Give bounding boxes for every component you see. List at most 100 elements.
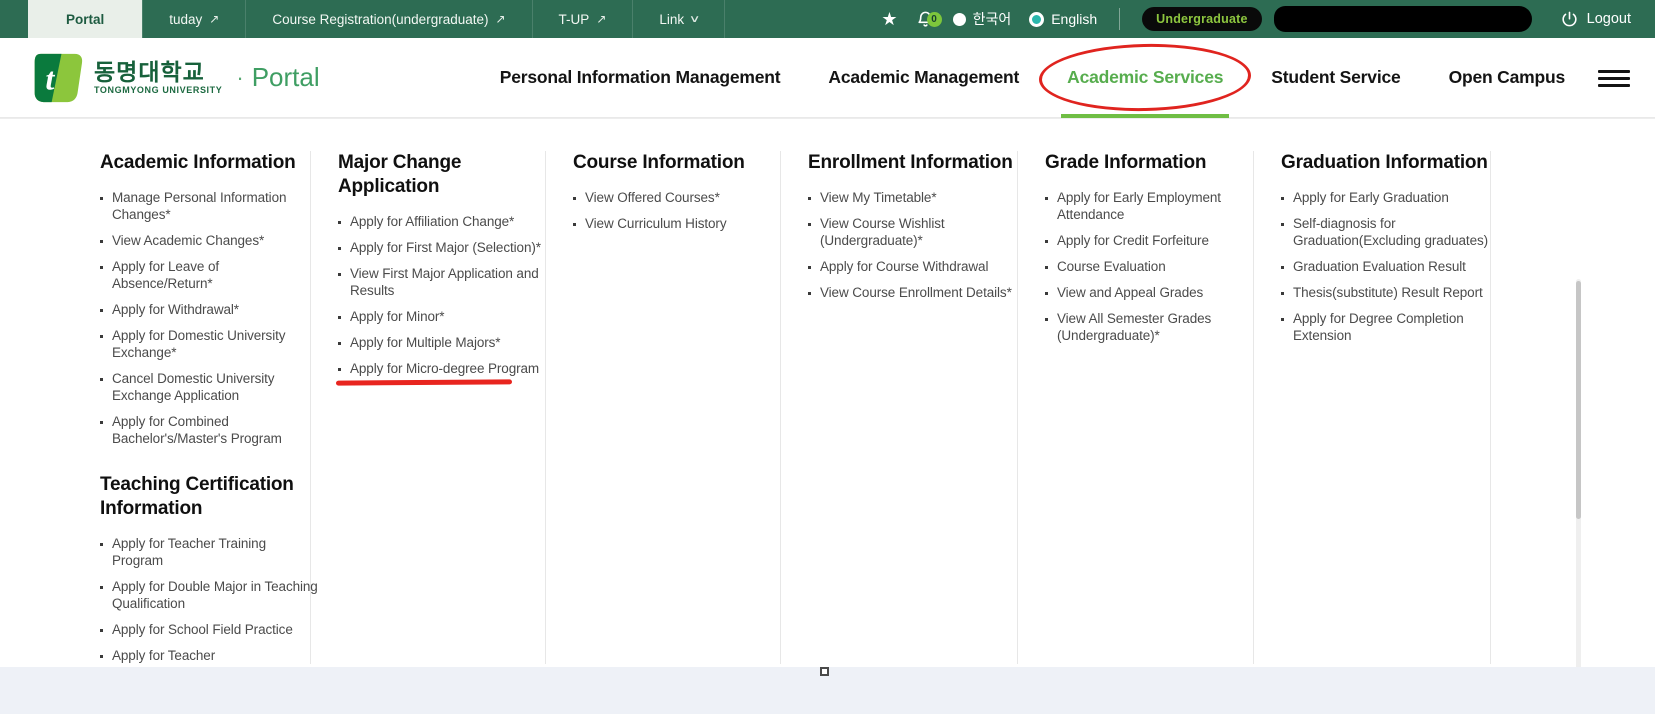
menu-item-apply-for-domestic-university-exchange[interactable]: Apply for Domestic University Exchange* (100, 327, 318, 361)
menu-item-apply-for-teacher[interactable]: Apply for Teacher (100, 647, 318, 664)
menu-item-cancel-domestic-university-exchange-application[interactable]: Cancel Domestic University Exchange Appl… (100, 370, 318, 404)
menu-item-apply-for-course-withdrawal[interactable]: Apply for Course Withdrawal (808, 258, 1026, 275)
menu-column-5: Grade Information Apply for Early Employm… (1045, 151, 1263, 370)
topbar-tab-tuday[interactable]: tuday↗ (142, 0, 245, 38)
topbar-tab-label: Portal (66, 12, 104, 27)
external-link-icon: ↗ (596, 12, 606, 26)
megamenu-scrollbar-thumb[interactable] (1576, 281, 1581, 519)
menu-item-self-diagnosis-for-graduation-excluding-graduates[interactable]: Self-diagnosis for Graduation(Excluding … (1281, 215, 1499, 249)
menu-item-view-offered-courses[interactable]: View Offered Courses* (573, 189, 791, 206)
menu-item-apply-for-early-graduation[interactable]: Apply for Early Graduation (1281, 189, 1499, 206)
menu-item-apply-for-minor[interactable]: Apply for Minor* (338, 308, 556, 325)
favorites-star-icon[interactable]: ★ (881, 10, 897, 28)
language-option-english[interactable]: English (1029, 11, 1097, 27)
menu-item-apply-for-credit-forfeiture[interactable]: Apply for Credit Forfeiture (1045, 232, 1263, 249)
menu-item-apply-for-early-employment-attendance[interactable]: Apply for Early Employment Attendance (1045, 189, 1263, 223)
bullet-icon (100, 335, 103, 338)
topbar-tab-link[interactable]: Link∨ (632, 0, 725, 38)
menu-item-label: Apply for First Major (Selection)* (350, 239, 541, 256)
topbar-right-cluster: ★ 0 한국어 English Undergraduate (881, 0, 1655, 38)
menu-item-label: Apply for Leave of Absence/Return* (112, 258, 318, 292)
menu-item-apply-for-withdrawal[interactable]: Apply for Withdrawal* (100, 301, 318, 318)
bullet-icon (1045, 318, 1048, 321)
menu-item-thesis-substitute-result-report[interactable]: Thesis(substitute) Result Report (1281, 284, 1499, 301)
main-navigation: Personal Information Management Academic … (476, 38, 1589, 118)
menu-item-view-and-appeal-grades[interactable]: View and Appeal Grades (1045, 284, 1263, 301)
menu-section-academic-information: Academic InformationManage Personal Info… (100, 151, 318, 447)
nav-item-label: Academic Management (828, 67, 1019, 88)
logout-button[interactable]: Logout (1560, 10, 1631, 29)
hamburger-menu-button[interactable] (1598, 70, 1630, 87)
menu-item-apply-for-leave-of-absence-return[interactable]: Apply for Leave of Absence/Return* (100, 258, 318, 292)
menu-item-label: Apply for Credit Forfeiture (1057, 232, 1209, 249)
bullet-icon (100, 586, 103, 589)
bullet-icon (1045, 266, 1048, 269)
menu-item-label: Course Evaluation (1057, 258, 1166, 275)
menu-item-view-my-timetable[interactable]: View My Timetable* (808, 189, 1026, 206)
language-option-korean[interactable]: 한국어 (953, 9, 1012, 29)
menu-item-apply-for-micro-degree-program[interactable]: Apply for Micro-degree Program (338, 360, 556, 377)
menu-item-apply-for-first-major-selection[interactable]: Apply for First Major (Selection)* (338, 239, 556, 256)
menu-item-course-evaluation[interactable]: Course Evaluation (1045, 258, 1263, 275)
topbar-tab-label: T-UP (559, 12, 590, 27)
menu-item-apply-for-affiliation-change[interactable]: Apply for Affiliation Change* (338, 213, 556, 230)
menu-item-view-course-enrollment-details[interactable]: View Course Enrollment Details* (808, 284, 1026, 301)
bullet-icon (808, 197, 811, 200)
menu-column-1: Academic InformationManage Personal Info… (100, 151, 318, 667)
menu-item-view-first-major-application-and-results[interactable]: View First Major Application and Results (338, 265, 556, 299)
menu-item-list: Manage Personal Information Changes* View… (100, 189, 318, 447)
menu-section-title: Grade Information (1045, 151, 1263, 175)
notification-count-badge: 0 (927, 12, 942, 27)
menu-item-apply-for-double-major-in-teaching-qualification[interactable]: Apply for Double Major in Teaching Quali… (100, 578, 318, 612)
menu-item-manage-personal-information-changes[interactable]: Manage Personal Information Changes* (100, 189, 318, 223)
notifications-bell-button[interactable]: 0 (916, 10, 935, 29)
menu-item-apply-for-combined-bachelor-s-master-s-program[interactable]: Apply for Combined Bachelor's/Master's P… (100, 413, 318, 447)
menu-item-view-all-semester-grades-undergraduate[interactable]: View All Semester Grades (Undergraduate)… (1045, 310, 1263, 344)
university-logo-link[interactable]: t 동명대학교 TONGMYONG UNIVERSITY · Portal (30, 53, 320, 103)
menu-section-course-information: Course InformationView Offered Courses*V… (573, 151, 791, 232)
bullet-icon (100, 378, 103, 381)
menu-item-list: Apply for Early Employment Attendance App… (1045, 189, 1263, 344)
menu-item-list: Apply for Affiliation Change* Apply for F… (338, 213, 556, 377)
portal-label: Portal (252, 62, 320, 93)
menu-item-graduation-evaluation-result[interactable]: Graduation Evaluation Result (1281, 258, 1499, 275)
nav-student-service[interactable]: Student Service (1247, 38, 1424, 118)
menu-item-label: Apply for Degree Completion Extension (1293, 310, 1499, 344)
nav-open-campus[interactable]: Open Campus (1425, 38, 1589, 118)
bullet-icon (1281, 292, 1284, 295)
menu-item-apply-for-school-field-practice[interactable]: Apply for School Field Practice (100, 621, 318, 638)
menu-item-label: View My Timetable* (820, 189, 937, 206)
logo-text-block: 동명대학교 TONGMYONG UNIVERSITY (94, 60, 222, 94)
nav-academic-services[interactable]: Academic Services (1043, 38, 1247, 118)
menu-item-label: View Offered Courses* (585, 189, 720, 206)
menu-item-list: Apply for Teacher Training Program Apply … (100, 535, 318, 664)
portal-page: Portaltuday↗Course Registration(undergra… (0, 0, 1655, 714)
menu-section-title: Enrollment Information (808, 151, 1026, 175)
radio-dot-icon (953, 13, 966, 26)
logo-english-name: TONGMYONG UNIVERSITY (94, 85, 222, 95)
menu-item-view-curriculum-history[interactable]: View Curriculum History (573, 215, 791, 232)
topbar-tab-t-up[interactable]: T-UP ↗ (532, 0, 633, 38)
topbar-tab-portal[interactable]: Portal (28, 0, 142, 38)
menu-item-label: Apply for Early Graduation (1293, 189, 1449, 206)
bullet-icon (338, 316, 341, 319)
nav-academic-management[interactable]: Academic Management (804, 38, 1043, 118)
menu-item-view-academic-changes[interactable]: View Academic Changes* (100, 232, 318, 249)
menu-item-apply-for-degree-completion-extension[interactable]: Apply for Degree Completion Extension (1281, 310, 1499, 344)
nav-item-label: Personal Information Management (500, 67, 781, 88)
bullet-icon (1045, 240, 1048, 243)
menu-item-apply-for-teacher-training-program[interactable]: Apply for Teacher Training Program (100, 535, 318, 569)
menu-item-list: Apply for Early Graduation Self-diagnosis… (1281, 189, 1499, 344)
nav-personal-information-management[interactable]: Personal Information Management (476, 38, 805, 118)
bullet-icon (1281, 223, 1284, 226)
menu-item-label: View Curriculum History (585, 215, 726, 232)
menu-item-view-course-wishlist-undergraduate[interactable]: View Course Wishlist (Undergraduate)* (808, 215, 1026, 249)
menu-item-apply-for-multiple-majors[interactable]: Apply for Multiple Majors* (338, 334, 556, 351)
topbar-tab-course-registration-undergraduate[interactable]: Course Registration(undergraduate)↗ (245, 0, 531, 38)
menu-item-label: View Academic Changes* (112, 232, 264, 249)
bullet-icon (100, 543, 103, 546)
bullet-icon (808, 292, 811, 295)
bullet-icon (100, 240, 103, 243)
vertical-divider (1119, 8, 1120, 30)
bullet-icon (100, 266, 103, 269)
